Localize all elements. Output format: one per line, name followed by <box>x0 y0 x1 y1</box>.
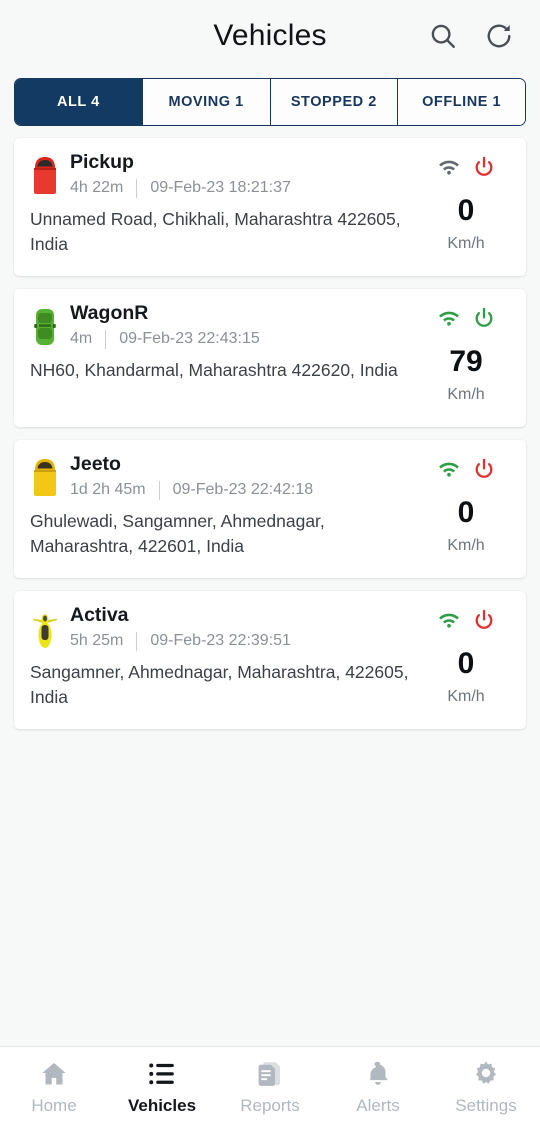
meta-divider <box>136 631 138 651</box>
search-icon[interactable] <box>428 21 458 51</box>
tab-offline[interactable]: OFFLINE 1 <box>397 79 525 125</box>
tab-moving[interactable]: MOVING 1 <box>141 79 270 125</box>
vehicle-duration: 4h 22m <box>70 179 124 197</box>
car-icon <box>34 309 56 345</box>
truck-icon <box>34 157 56 194</box>
vehicle-address: NH60, Khandarmal, Maharashtra 422620, In… <box>30 360 398 380</box>
vehicle-timestamp: 09-Feb-23 22:43:15 <box>119 330 260 348</box>
vehicle-card-main: Jeeto 1d 2h 45m 09-Feb-23 22:42:18 Ghule… <box>30 453 422 562</box>
vehicle-card[interactable]: Pickup 4h 22m 09-Feb-23 18:21:37 Unnamed… <box>14 138 526 276</box>
wifi-icon <box>438 613 459 628</box>
nav-item-alerts[interactable]: Alerts <box>324 1059 432 1116</box>
vehicle-status: 79 Km/h <box>422 303 510 411</box>
speed-unit: Km/h <box>447 688 485 705</box>
vehicle-speed: 0 <box>457 194 475 227</box>
wifi-icon <box>438 160 459 175</box>
gear-icon <box>476 1061 496 1084</box>
status-icons <box>437 607 496 633</box>
nav-label-vehicles: Vehicles <box>127 1096 197 1115</box>
vehicle-card-main: Pickup 4h 22m 09-Feb-23 18:21:37 Unnamed… <box>30 151 422 260</box>
vehicle-address: Unnamed Road, Chikhali, Maharashtra 4226… <box>30 209 401 254</box>
vehicle-status: 0 Km/h <box>422 605 510 713</box>
vehicle-status: 0 Km/h <box>422 454 510 562</box>
nav-label-alerts: Alerts <box>356 1096 400 1115</box>
vehicle-text: WagonR 4m 09-Feb-23 22:43:15 <box>70 302 260 349</box>
vehicle-meta: 5h 25m 09-Feb-23 22:39:51 <box>70 631 291 651</box>
vehicle-duration: 1d 2h 45m <box>70 481 146 499</box>
vehicle-name: Jeeto <box>70 453 121 475</box>
vehicle-card-main: WagonR 4m 09-Feb-23 22:43:15 NH60, Khand… <box>30 302 422 411</box>
nav-item-reports[interactable]: Reports <box>216 1059 324 1116</box>
speed-unit: Km/h <box>447 235 485 252</box>
meta-divider <box>105 329 107 349</box>
vehicle-timestamp: 09-Feb-23 22:42:18 <box>172 481 314 499</box>
wifi-icon <box>438 311 459 326</box>
vehicle-name: Activa <box>70 604 129 626</box>
filter-tabs: All 4 MOVING 1 STOPPED 2 OFFLINE 1 <box>14 78 526 126</box>
bottom-navigation: Home Vehicles Reports Alerts Settings <box>0 1046 540 1128</box>
vehicle-address: Sangamner, Ahmednagar, Maharashtra, 4226… <box>30 662 409 707</box>
vehicle-timestamp: 09-Feb-23 22:39:51 <box>150 632 291 650</box>
vehicle-card[interactable]: WagonR 4m 09-Feb-23 22:43:15 NH60, Khand… <box>14 289 526 427</box>
vehicle-duration: 4m <box>70 330 93 348</box>
filter-tabs-wrap: All 4 MOVING 1 STOPPED 2 OFFLINE 1 <box>0 72 540 126</box>
nav-item-home[interactable]: Home <box>0 1059 108 1116</box>
vehicle-card-top: Pickup 4h 22m 09-Feb-23 18:21:37 <box>30 151 414 198</box>
power-icon <box>475 156 492 176</box>
meta-divider <box>158 480 160 500</box>
vehicle-speed: 0 <box>457 496 475 529</box>
vehicle-card-top: Activa 5h 25m 09-Feb-23 22:39:51 <box>30 604 414 651</box>
app-header: Vehicles <box>0 0 540 72</box>
vehicles-screen: Vehicles All 4 MOVING 1 STOPPED 2 OFFLIN… <box>0 0 540 1128</box>
vehicle-speed: 0 <box>457 647 475 680</box>
status-icons <box>437 154 496 180</box>
vehicle-name: WagonR <box>70 302 149 324</box>
wifi-icon <box>438 462 459 477</box>
vehicle-meta: 1d 2h 45m 09-Feb-23 22:42:18 <box>70 480 314 500</box>
tab-all[interactable]: All 4 <box>15 79 142 125</box>
vehicle-text: Activa 5h 25m 09-Feb-23 22:39:51 <box>70 604 291 651</box>
vehicle-name: Pickup <box>70 151 134 173</box>
vehicle-card[interactable]: Jeeto 1d 2h 45m 09-Feb-23 22:42:18 Ghule… <box>14 440 526 578</box>
vehicle-speed: 79 <box>449 345 483 378</box>
home-icon <box>42 1063 66 1085</box>
bell-icon <box>368 1061 388 1085</box>
vehicle-card-top: Jeeto 1d 2h 45m 09-Feb-23 22:42:18 <box>30 453 414 500</box>
nav-label-home: Home <box>31 1096 77 1115</box>
power-icon <box>475 307 492 327</box>
meta-divider <box>136 178 138 198</box>
scooter-icon <box>33 614 57 648</box>
status-icons <box>437 305 496 331</box>
status-icons <box>437 456 496 482</box>
header-actions <box>428 21 514 51</box>
refresh-icon[interactable] <box>484 21 514 51</box>
nav-label-reports: Reports <box>240 1096 300 1115</box>
power-icon <box>475 458 492 478</box>
vehicle-duration: 5h 25m <box>70 632 124 650</box>
vehicle-meta: 4h 22m 09-Feb-23 18:21:37 <box>70 178 291 198</box>
vehicle-text: Pickup 4h 22m 09-Feb-23 18:21:37 <box>70 151 291 198</box>
vehicle-address: Ghulewadi, Sangamner, Ahmednagar, Mahara… <box>30 511 325 556</box>
nav-label-settings: Settings <box>455 1096 517 1115</box>
vehicle-card[interactable]: Activa 5h 25m 09-Feb-23 22:39:51 Sangamn… <box>14 591 526 729</box>
vehicle-text: Jeeto 1d 2h 45m 09-Feb-23 22:42:18 <box>70 453 314 500</box>
vehicle-meta: 4m 09-Feb-23 22:43:15 <box>70 329 260 349</box>
speed-unit: Km/h <box>447 537 485 554</box>
vehicle-timestamp: 09-Feb-23 18:21:37 <box>150 179 291 197</box>
vehicle-list: Pickup 4h 22m 09-Feb-23 18:21:37 Unnamed… <box>0 126 540 1046</box>
vehicle-card-main: Activa 5h 25m 09-Feb-23 22:39:51 Sangamn… <box>30 604 422 713</box>
tab-stopped[interactable]: STOPPED 2 <box>269 79 398 125</box>
nav-item-settings[interactable]: Settings <box>432 1059 540 1116</box>
nav-item-vehicles[interactable]: Vehicles <box>108 1059 216 1116</box>
vehicle-card-top: WagonR 4m 09-Feb-23 22:43:15 <box>30 302 414 349</box>
vehicle-status: 0 Km/h <box>422 152 510 260</box>
list-icon <box>149 1063 174 1085</box>
truck-icon <box>34 459 56 496</box>
power-icon <box>475 609 492 629</box>
document-icon <box>258 1062 280 1086</box>
speed-unit: Km/h <box>447 386 485 403</box>
